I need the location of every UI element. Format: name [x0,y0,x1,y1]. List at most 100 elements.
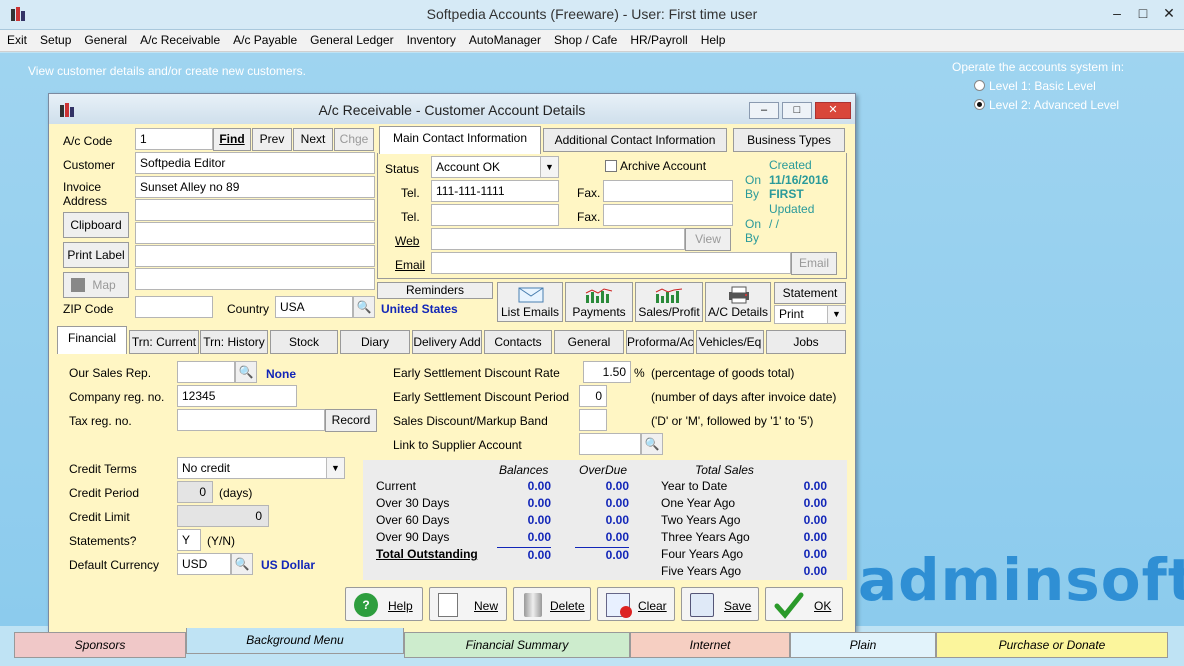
bottom-tab-plain[interactable]: Plain [790,632,936,658]
credit-terms-select[interactable]: No credit ▼ [177,457,345,479]
zip-input[interactable] [135,296,213,318]
menu-general[interactable]: General [77,30,133,47]
credit-period-input[interactable]: 0 [177,481,213,503]
menu-help[interactable]: Help [694,30,732,47]
tab-stock[interactable]: Stock [270,330,338,354]
tab-diary[interactable]: Diary [340,330,410,354]
supplier-search-icon[interactable]: 🔍 [641,433,663,455]
menu-ac-receivable[interactable]: A/c Receivable [133,30,226,47]
dialog-close-icon[interactable]: ✕ [815,102,851,119]
delete-button[interactable]: Delete [513,587,591,621]
tab-jobs[interactable]: Jobs [766,330,846,354]
bottom-tab-internet[interactable]: Internet [630,632,790,658]
view-button[interactable]: View [685,228,731,251]
bottom-tab-sponsors[interactable]: Sponsors [14,632,186,658]
new-document-icon [438,593,458,617]
aging-label-30: Over 30 Days [376,496,450,510]
tab-contacts[interactable]: Contacts [484,330,552,354]
esd-period-input[interactable]: 0 [579,385,607,407]
address-line-1[interactable]: Sunset Alley no 89 [135,176,375,198]
prev-button[interactable]: Prev [252,128,292,151]
find-button[interactable]: Find [213,128,251,151]
currency-search-icon[interactable]: 🔍 [231,553,253,575]
close-icon[interactable]: ✕ [1156,3,1182,23]
ac-details-button[interactable]: A/C Details [705,282,771,322]
currency-input[interactable]: USD [177,553,231,575]
dialog-minimize-icon[interactable]: – [749,102,779,119]
clear-button[interactable]: Clear [597,587,675,621]
level2-radio[interactable]: Level 2: Advanced Level [952,98,1124,112]
menu-automanager[interactable]: AutoManager [462,30,547,47]
new-button[interactable]: New [429,587,507,621]
reminders-button[interactable]: Reminders [377,282,493,299]
statement-button[interactable]: Statement [774,282,846,304]
web-input[interactable] [431,228,685,250]
menu-hr-payroll[interactable]: HR/Payroll [623,30,693,47]
minimize-icon[interactable]: – [1104,3,1130,23]
tab-financial[interactable]: Financial [57,326,127,354]
ac-code-input[interactable]: 1 [135,128,213,150]
address-line-2[interactable] [135,199,375,221]
menu-setup[interactable]: Setup [33,30,77,47]
ok-button[interactable]: OK [765,587,843,621]
level1-radio[interactable]: Level 1: Basic Level [952,79,1124,93]
help-button[interactable]: ? Help [345,587,423,621]
statements-input[interactable]: Y [177,529,201,551]
address-line-5[interactable] [135,268,375,290]
next-button[interactable]: Next [293,128,333,151]
sales-label-4y: Four Years Ago [661,547,744,561]
address-line-4[interactable] [135,245,375,267]
maximize-icon[interactable]: □ [1130,3,1156,23]
fax-input-1[interactable] [603,180,733,202]
customer-input[interactable]: Softpedia Editor [135,152,375,174]
tab-trn-current[interactable]: Trn: Current [129,330,199,354]
menu-shop-cafe[interactable]: Shop / Cafe [547,30,623,47]
bottom-tab-financial-summary[interactable]: Financial Summary [404,632,630,658]
payments-button[interactable]: Payments [565,282,633,322]
tab-trn-history[interactable]: Trn: History [200,330,268,354]
dialog-maximize-icon[interactable]: □ [782,102,812,119]
record-button[interactable]: Record [325,409,377,432]
print-label-button[interactable]: Print Label [63,242,129,268]
trash-icon [524,593,542,617]
map-button[interactable]: Map [63,272,129,298]
tab-general[interactable]: General [554,330,624,354]
statement-mode-select[interactable]: Print ▼ [774,305,846,324]
company-reg-input[interactable]: 12345 [177,385,297,407]
tab-vehicles[interactable]: Vehicles/Eq [696,330,764,354]
sales-rep-search-icon[interactable]: 🔍 [235,361,257,383]
address-line-3[interactable] [135,222,375,244]
fax-input-2[interactable] [603,204,733,226]
tel-input-2[interactable] [431,204,559,226]
menu-ac-payable[interactable]: A/c Payable [226,30,303,47]
bottom-tab-background-menu[interactable]: Background Menu [186,628,404,654]
tab-main-contact[interactable]: Main Contact Information [379,126,541,154]
supplier-input[interactable] [579,433,641,455]
menu-general-ledger[interactable]: General Ledger [303,30,399,47]
sales-rep-input[interactable] [177,361,235,383]
tel-input-1[interactable]: 111-111-1111 [431,180,559,202]
sales-profit-button[interactable]: Sales/Profit [635,282,703,322]
esd-rate-input[interactable]: 1.50 [583,361,631,383]
clipboard-button[interactable]: Clipboard [63,212,129,238]
email-input[interactable] [431,252,791,274]
bottom-tab-purchase-donate[interactable]: Purchase or Donate [936,632,1168,658]
menu-inventory[interactable]: Inventory [400,30,462,47]
menu-exit[interactable]: Exit [0,30,33,47]
country-search-icon[interactable]: 🔍 [353,296,375,318]
country-input[interactable]: USA [275,296,353,318]
chge-button[interactable]: Chge [334,128,374,151]
tab-additional-contact[interactable]: Additional Contact Information [543,128,727,152]
credit-limit-input[interactable]: 0 [177,505,269,527]
tab-proforma[interactable]: Proforma/Ac [626,330,694,354]
list-emails-button[interactable]: List Emails [497,282,563,322]
archive-checkbox[interactable]: Archive Account [605,159,706,173]
tab-business-types[interactable]: Business Types [733,128,845,152]
save-button[interactable]: Save [681,587,759,621]
tab-delivery-add[interactable]: Delivery Add [412,330,482,354]
status-select[interactable]: Account OK ▼ [431,156,559,178]
tax-reg-input[interactable] [177,409,325,431]
email-button[interactable]: Email [791,252,837,275]
bar-chart-icon [585,288,613,303]
band-input[interactable] [579,409,607,431]
